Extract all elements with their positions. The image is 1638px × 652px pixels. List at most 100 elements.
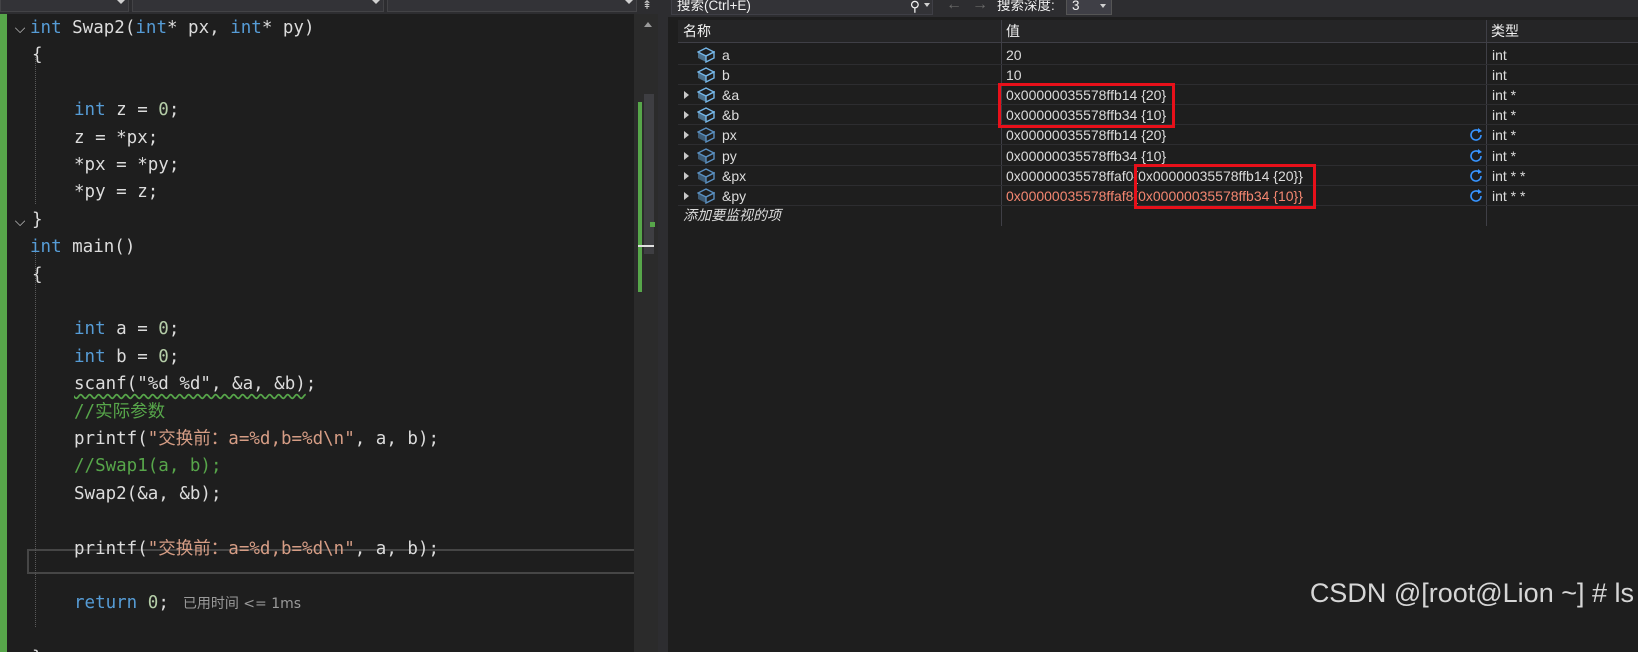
code-line[interactable]: int z = 0; (74, 97, 179, 124)
collapse-chevron-icon[interactable]: ⌵ (12, 208, 28, 235)
expand-arrow-icon[interactable] (684, 131, 689, 140)
column-header-name[interactable]: 名称 (683, 20, 711, 42)
watch-name[interactable]: py (722, 146, 737, 166)
split-window-icon[interactable]: ⇞ (640, 0, 654, 12)
watch-type: int * (1492, 87, 1517, 104)
code-token: ; (168, 346, 180, 367)
code-token: { (32, 264, 43, 285)
code-line[interactable]: int b = 0; (74, 344, 179, 371)
watch-name[interactable]: &py (722, 186, 746, 206)
code-token: * px, (166, 18, 231, 38)
search-icon[interactable]: ⚲ (910, 0, 920, 14)
project-dropdown[interactable] (0, 0, 129, 12)
code-line[interactable]: } (32, 645, 43, 652)
code-token: int (74, 319, 106, 340)
search-depth-label: 搜索深度: (997, 0, 1055, 13)
code-token: return (74, 593, 138, 614)
code-token: main() (61, 237, 136, 258)
code-line[interactable]: printf("交换前：a=%d,b=%d\n", a, b); (74, 536, 439, 563)
code-token: printf( (74, 538, 148, 559)
code-line[interactable]: Swap2(&a, &b); (74, 481, 222, 508)
refresh-icon[interactable] (1468, 188, 1484, 204)
watch-row[interactable]: px 0x00000035578ffb14 {20} int * (678, 125, 1638, 146)
code-line[interactable]: *px = *py; (74, 152, 179, 179)
refresh-icon[interactable] (1468, 168, 1484, 184)
code-line[interactable]: } (32, 207, 43, 234)
editor-vertical-scrollbar[interactable] (634, 14, 658, 652)
code-token: int (230, 18, 262, 38)
chevron-down-icon (625, 0, 633, 4)
refresh-icon[interactable] (1468, 148, 1484, 164)
code-token: //Swap1(a, b); (74, 456, 222, 477)
code-line[interactable]: printf("交换前：a=%d,b=%d\n", a, b); (74, 426, 439, 453)
collapse-chevron-icon[interactable]: ⌵ (12, 15, 28, 42)
watch-name[interactable]: px (722, 125, 737, 145)
expand-arrow-icon[interactable] (684, 111, 689, 120)
column-header-type[interactable]: 类型 (1491, 20, 1519, 42)
watch-row[interactable]: py 0x00000035578ffb34 {10} int * (678, 146, 1638, 166)
watch-value-address: 0x00000035578ffb34 {10} (1006, 147, 1167, 164)
code-token: 0 (158, 346, 169, 367)
watch-value-address: 0x00000035578ffb14 {20} (1006, 127, 1167, 144)
code-line[interactable]: int Swap2(int* px, int* py) (30, 15, 315, 42)
code-line[interactable]: int main() (30, 234, 135, 261)
code-line[interactable]: { (32, 42, 43, 69)
code-line[interactable]: //Swap1(a, b); (74, 453, 222, 480)
watch-value[interactable]: 20 (1006, 45, 1022, 65)
code-token: 0 (158, 100, 169, 121)
watch-name[interactable]: a (722, 45, 730, 65)
code-token: ; (168, 100, 180, 121)
code-line[interactable]: *py = z; (74, 179, 158, 206)
variable-icon (696, 167, 716, 184)
code-token: ; (168, 319, 180, 340)
annotation-highlight-box (1134, 164, 1316, 209)
column-header-value[interactable]: 值 (1006, 20, 1020, 42)
code-text-area[interactable]: ⌵ ⌵ int Swap2(int* px, int* py){int z = … (8, 14, 641, 652)
watch-window: 搜索(Ctrl+E) ⚲ ← → 搜索深度: 3 名称 值 类型 a 20 int b… (668, 0, 1638, 652)
member-dropdown[interactable] (387, 0, 637, 12)
code-token: z = *px; (74, 127, 159, 148)
search-depth-value: 3 (1072, 0, 1080, 13)
watch-row[interactable]: a 20 int (678, 45, 1638, 65)
scroll-up-arrow-icon[interactable] (644, 22, 652, 27)
watch-name[interactable]: &px (722, 166, 746, 186)
search-depth-dropdown[interactable]: 3 (1066, 0, 1112, 15)
watch-name[interactable]: b (722, 65, 730, 85)
watch-name[interactable]: &b (722, 105, 739, 125)
pane-splitter[interactable] (658, 0, 668, 652)
code-line[interactable]: return 0; 已用时间 <= 1ms (74, 590, 301, 617)
code-token: 0 (147, 593, 159, 614)
scope-dropdown[interactable] (132, 0, 384, 12)
watch-type: int * * (1492, 167, 1526, 184)
watch-search-box[interactable]: 搜索(Ctrl+E) ⚲ (671, 0, 933, 15)
watch-type: int * (1492, 107, 1517, 124)
expand-arrow-icon[interactable] (684, 151, 689, 160)
code-editor[interactable]: ⇞ ⌵ ⌵ int Swap2(int* px, int* py){int z … (0, 0, 660, 652)
watch-name[interactable]: &a (722, 85, 739, 105)
scrollbar-thumb[interactable] (644, 94, 654, 254)
code-line[interactable]: { (32, 262, 43, 289)
refresh-icon[interactable] (1468, 127, 1484, 143)
code-line[interactable]: z = *px; (74, 125, 158, 152)
code-token: } (32, 648, 43, 652)
code-line[interactable]: int a = 0; (74, 316, 179, 343)
code-token: printf( (74, 429, 148, 449)
watermark: CSDN @[root@Lion ~] # ls (1309, 578, 1634, 608)
expand-arrow-icon[interactable] (684, 171, 689, 180)
watch-value[interactable]: 0x00000035578ffb14 {20} (1006, 125, 1166, 145)
back-arrow-icon[interactable]: ← (946, 0, 962, 13)
forward-arrow-icon[interactable]: → (972, 0, 988, 13)
code-line[interactable]: //实际参数 (74, 399, 165, 426)
expand-arrow-icon[interactable] (684, 191, 689, 200)
watch-toolbar: 搜索(Ctrl+E) ⚲ ← → 搜索深度: 3 (668, 0, 1638, 17)
change-tracking-bar (0, 14, 7, 652)
chevron-down-icon[interactable] (924, 3, 930, 7)
chevron-down-icon (372, 0, 380, 4)
variable-icon (696, 87, 716, 104)
expand-arrow-icon[interactable] (684, 91, 689, 100)
code-token: } (32, 209, 43, 230)
code-token: int (30, 237, 62, 258)
watch-value[interactable]: 0x00000035578ffb34 {10} (1006, 146, 1166, 166)
code-token: a = (105, 319, 159, 340)
code-line[interactable]: scanf("%d %d", &a, &b); (74, 371, 316, 398)
